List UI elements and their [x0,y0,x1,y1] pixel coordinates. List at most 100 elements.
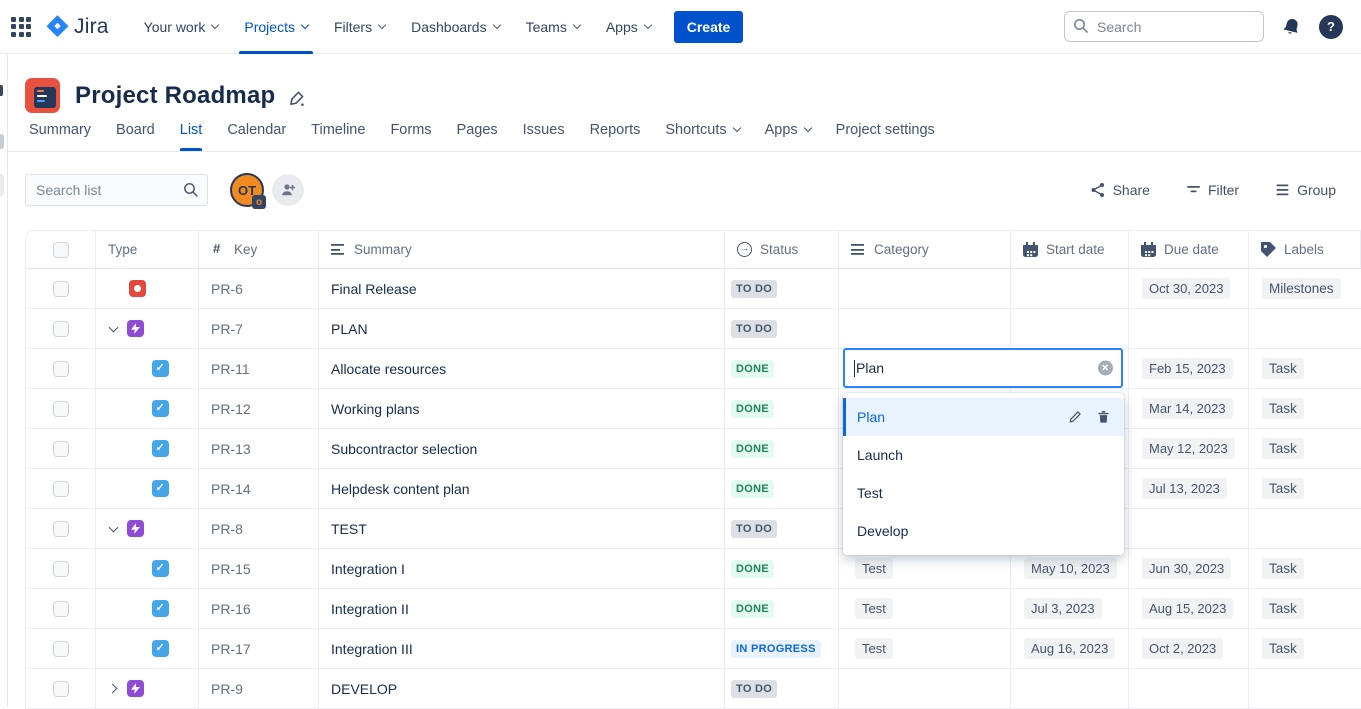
status-badge[interactable]: DONE [731,480,774,498]
status-badge[interactable]: TO DO [731,680,777,698]
dropdown-option[interactable]: Test [843,474,1124,512]
create-button[interactable]: Create [674,11,744,43]
nav-item[interactable]: Teams [513,0,593,54]
due-date-cell[interactable]: Jun 30, 2023 [1129,549,1249,588]
type-cell[interactable] [96,469,199,508]
labels-cell[interactable]: Task [1249,469,1361,508]
row-checkbox[interactable] [53,361,69,377]
nav-item[interactable]: Your work [131,0,232,54]
start-date-cell[interactable] [1011,309,1129,348]
column-header[interactable]: Key [199,231,319,268]
column-header[interactable]: Category [839,231,1011,268]
status-cell[interactable]: TO DO [725,269,839,308]
labels-cell[interactable]: Task [1249,429,1361,468]
due-date-cell[interactable] [1129,309,1249,348]
due-date-cell[interactable]: Aug 15, 2023 [1129,589,1249,628]
due-date-value[interactable]: Aug 15, 2023 [1142,598,1233,619]
type-cell[interactable] [96,429,199,468]
key-cell[interactable]: PR-15 [199,549,319,588]
key-cell[interactable]: PR-9 [199,669,319,708]
status-badge[interactable]: IN PROGRESS [731,640,821,658]
summary-cell[interactable]: TEST [319,509,725,548]
status-cell[interactable]: TO DO [725,669,839,708]
row-checkbox[interactable] [53,641,69,657]
rename-ink-icon[interactable] [288,90,305,107]
tab[interactable]: Apps [765,122,811,151]
key-cell[interactable]: PR-12 [199,389,319,428]
expand-toggle[interactable] [105,327,121,331]
labels-cell[interactable]: Task [1249,549,1361,588]
app-switcher-icon[interactable] [8,14,34,40]
tab[interactable]: Calendar [227,122,286,151]
row-select-cell[interactable] [26,549,96,588]
row-checkbox[interactable] [53,441,69,457]
type-cell[interactable] [96,669,199,708]
type-cell[interactable] [96,509,199,548]
help-icon[interactable]: ? [1319,15,1343,39]
category-value[interactable]: Test [855,598,893,619]
category-edit-input[interactable]: Plan [843,348,1123,388]
key-cell[interactable]: PR-14 [199,469,319,508]
row-select-cell[interactable] [26,429,96,468]
status-badge[interactable]: DONE [731,600,774,618]
column-header[interactable]: Summary [319,231,725,268]
row-select-cell[interactable] [26,469,96,508]
select-all-checkbox[interactable] [53,242,69,258]
row-checkbox[interactable] [53,561,69,577]
delete-trash-icon[interactable] [1097,410,1110,424]
notifications-bell-icon[interactable] [1280,14,1303,38]
category-cell[interactable]: Test [839,629,1011,668]
due-date-value[interactable]: Mar 14, 2023 [1142,398,1233,419]
row-select-cell[interactable] [26,269,96,308]
global-search-input[interactable] [1064,11,1264,42]
start-date-cell[interactable] [1011,269,1129,308]
dropdown-option[interactable]: Launch [843,436,1124,474]
edit-pencil-icon[interactable] [1068,410,1082,424]
clear-icon[interactable] [1098,361,1113,376]
status-badge[interactable]: DONE [731,560,774,578]
column-header[interactable]: Start date [1011,231,1129,268]
add-people-button[interactable] [272,174,304,206]
type-cell[interactable] [96,309,199,348]
key-cell[interactable]: PR-11 [199,349,319,388]
tab[interactable]: Issues [523,122,565,151]
column-header[interactable]: Status [725,231,839,268]
due-date-cell[interactable]: Mar 14, 2023 [1129,389,1249,428]
status-cell[interactable]: DONE [725,429,839,468]
group-button[interactable]: Group [1275,182,1336,198]
labels-cell[interactable] [1249,669,1361,708]
row-select-cell[interactable] [26,309,96,348]
row-checkbox[interactable] [53,281,69,297]
type-cell[interactable] [96,349,199,388]
list-search-input[interactable] [25,174,208,206]
label-value[interactable]: Task [1262,398,1304,419]
labels-cell[interactable]: Milestones [1249,269,1361,308]
tab[interactable]: Forms [390,122,431,151]
start-date-cell[interactable] [1011,669,1129,708]
start-date-cell[interactable]: Jul 3, 2023 [1011,589,1129,628]
due-date-value[interactable]: Jun 30, 2023 [1142,558,1231,579]
row-checkbox[interactable] [53,401,69,417]
type-cell[interactable] [96,389,199,428]
type-cell[interactable] [96,549,199,588]
start-date-value[interactable]: May 10, 2023 [1024,558,1117,579]
summary-cell[interactable]: Integration II [319,589,725,628]
summary-cell[interactable]: Integration III [319,629,725,668]
tab[interactable]: Board [116,122,155,151]
category-cell[interactable] [839,309,1011,348]
summary-cell[interactable]: PLAN [319,309,725,348]
due-date-cell[interactable]: May 12, 2023 [1129,429,1249,468]
label-value[interactable]: Task [1262,478,1304,499]
key-cell[interactable]: PR-6 [199,269,319,308]
dropdown-option[interactable]: Develop [843,512,1124,550]
due-date-value[interactable]: Feb 15, 2023 [1142,358,1233,379]
category-cell[interactable]: Test [839,589,1011,628]
column-header[interactable]: Type [96,231,199,268]
summary-cell[interactable]: Integration I [319,549,725,588]
key-cell[interactable]: PR-8 [199,509,319,548]
summary-cell[interactable]: Subcontractor selection [319,429,725,468]
row-checkbox[interactable] [53,681,69,697]
status-cell[interactable]: TO DO [725,509,839,548]
row-select-cell[interactable] [26,629,96,668]
tab[interactable]: List [180,122,203,151]
